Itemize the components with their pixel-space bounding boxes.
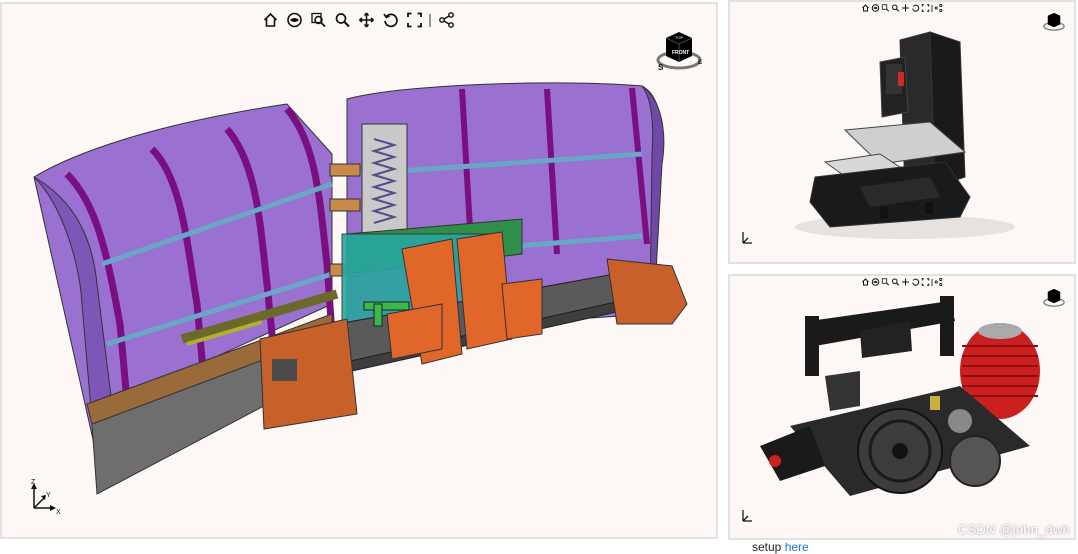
- zoom-button[interactable]: [891, 3, 901, 13]
- fullscreen-button[interactable]: [404, 10, 425, 30]
- eye-icon: [871, 278, 880, 286]
- view-navigation-cube[interactable]: [1042, 286, 1066, 315]
- zoom-box-button[interactable]: [308, 10, 329, 30]
- cnc-mill-3d-viewer[interactable]: [728, 0, 1076, 264]
- toolbar-separator: [931, 278, 933, 286]
- view-navigation-cube[interactable]: FRONT TOP S E: [654, 26, 704, 81]
- magnifier-icon: [892, 4, 900, 12]
- share-icon: [934, 4, 943, 12]
- rotate-button[interactable]: [911, 3, 921, 13]
- move-arrows-icon: [902, 4, 909, 12]
- main-3d-viewer[interactable]: FRONT TOP S E Z Y X: [0, 2, 718, 539]
- home-icon: [862, 4, 869, 12]
- fullscreen-button[interactable]: [921, 3, 931, 13]
- navcube-top-label: TOP: [675, 35, 683, 40]
- view-navigation-cube[interactable]: [1042, 10, 1066, 39]
- magnifier-icon: [335, 13, 350, 28]
- zoom-box-button[interactable]: [881, 3, 891, 13]
- pan-button[interactable]: [901, 3, 911, 13]
- toolbar-separator: [429, 13, 431, 27]
- home-view-button[interactable]: [861, 277, 871, 287]
- axis-x-label: X: [56, 509, 61, 516]
- home-view-button[interactable]: [260, 10, 281, 30]
- zoom-box-icon: [310, 12, 326, 28]
- rotate-icon: [382, 13, 398, 28]
- fullscreen-icon: [921, 4, 930, 12]
- rc-engine-3d-viewer[interactable]: [728, 274, 1076, 540]
- eye-icon: [871, 4, 880, 12]
- pan-button[interactable]: [901, 277, 911, 287]
- render-mode-button[interactable]: [284, 10, 305, 30]
- viewer-toolbar: [861, 3, 944, 13]
- viewer-toolbar: [861, 277, 944, 287]
- rotate-icon: [912, 278, 920, 286]
- axis-z-label: Z: [31, 479, 36, 486]
- fullscreen-button[interactable]: [921, 277, 931, 287]
- render-mode-button[interactable]: [871, 277, 881, 287]
- move-arrows-icon: [358, 12, 374, 28]
- snow-plow-model[interactable]: [2, 4, 716, 537]
- toolbar-separator: [931, 4, 933, 12]
- axis-triad: Z Y X: [24, 478, 64, 523]
- magnifier-icon: [892, 278, 900, 286]
- rotate-button[interactable]: [911, 277, 921, 287]
- eye-icon: [286, 12, 302, 28]
- share-icon: [934, 278, 943, 286]
- share-icon: [438, 12, 454, 28]
- zoom-box-icon: [881, 4, 890, 12]
- home-icon: [862, 278, 869, 286]
- fullscreen-icon: [406, 12, 422, 28]
- zoom-button[interactable]: [891, 277, 901, 287]
- viewer-toolbar: [260, 10, 457, 30]
- home-icon: [263, 12, 277, 27]
- render-mode-button[interactable]: [871, 3, 881, 13]
- pan-button[interactable]: [356, 10, 377, 30]
- footer-link[interactable]: here: [785, 540, 809, 554]
- rc-engine-model[interactable]: [730, 276, 1074, 538]
- share-button[interactable]: [934, 3, 944, 13]
- cnc-mill-model[interactable]: [730, 2, 1074, 262]
- zoom-box-button[interactable]: [881, 277, 891, 287]
- footer-prefix: setup: [752, 540, 785, 554]
- zoom-button[interactable]: [332, 10, 353, 30]
- rotate-button[interactable]: [380, 10, 401, 30]
- share-button[interactable]: [436, 10, 457, 30]
- navcube-front-label: FRONT: [672, 50, 689, 56]
- share-button[interactable]: [934, 277, 944, 287]
- csdn-watermark: CSDN @john_dwh: [957, 522, 1070, 537]
- home-view-button[interactable]: [861, 3, 871, 13]
- axis-triad: [738, 506, 758, 531]
- rotate-icon: [912, 4, 920, 12]
- compass-e-label: E: [698, 60, 702, 66]
- axis-triad: [738, 228, 758, 253]
- zoom-box-icon: [881, 278, 890, 286]
- compass-s-label: S: [658, 63, 664, 72]
- move-arrows-icon: [902, 278, 909, 286]
- fullscreen-icon: [921, 278, 930, 286]
- axis-y-label: Y: [46, 492, 51, 499]
- footer-partial-text: setup here: [752, 540, 809, 554]
